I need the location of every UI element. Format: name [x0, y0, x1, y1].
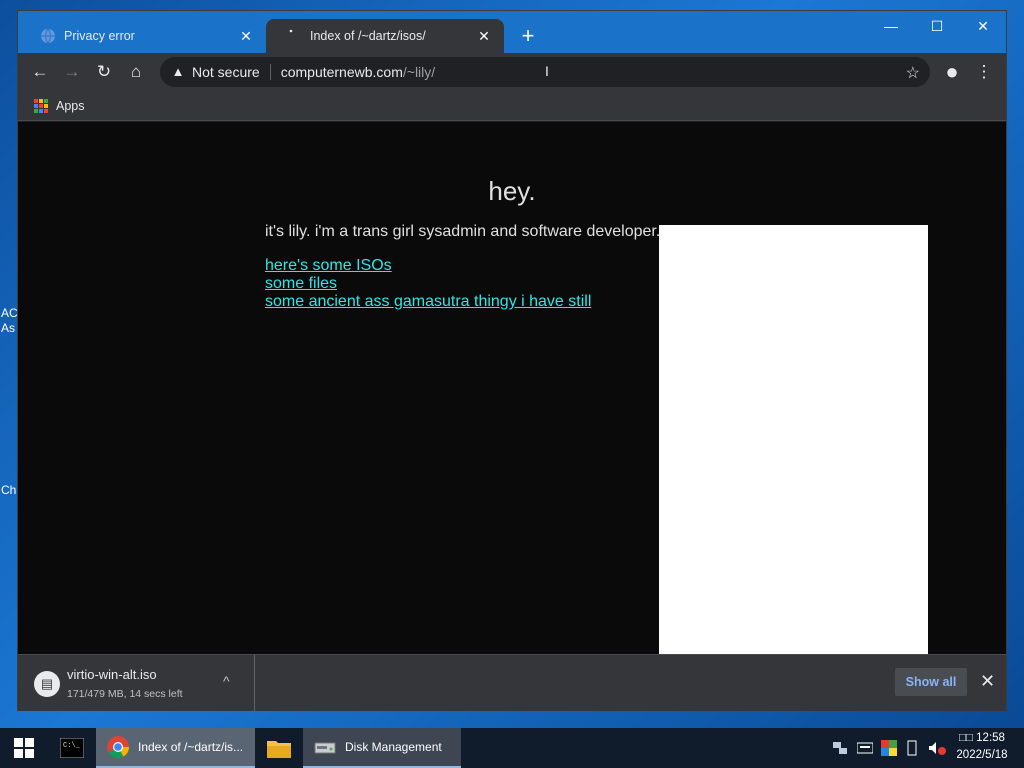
desktop-icon-label[interactable]: Ch [1, 483, 16, 497]
desktop-icon-label[interactable]: As [1, 321, 15, 335]
page-heading: hey. [488, 176, 536, 206]
star-icon[interactable]: ☆ [906, 63, 920, 83]
reload-button[interactable]: ↻ [92, 60, 116, 84]
maximize-button[interactable]: ☐ [914, 11, 960, 41]
security-status[interactable]: Not secure [192, 64, 271, 80]
tab-privacy-error[interactable]: Privacy error ✕ [20, 19, 266, 53]
taskbar-explorer[interactable] [259, 728, 299, 768]
keyboard-icon[interactable] [857, 728, 873, 768]
volume-muted-icon[interactable] [928, 728, 946, 768]
page-viewport: hey. it's lily. i'm a trans girl sysadmi… [18, 122, 1006, 654]
download-item[interactable]: ▤ virtio-win-alt.iso 171/479 MB, 14 secs… [18, 655, 255, 711]
folder-icon [267, 741, 291, 758]
isos-link[interactable]: here's some ISOs [265, 257, 591, 275]
clock-time: 12:58 [976, 732, 1005, 744]
home-button[interactable]: ⌂ [124, 60, 148, 84]
warning-icon[interactable]: ▲ [170, 64, 186, 80]
tab-index-isos[interactable]: Index of /~dartz/isos/ ✕ [266, 19, 504, 53]
page-links: here's some ISOs some files some ancient… [265, 257, 591, 311]
clock-prefix: □□ [959, 732, 973, 744]
close-icon[interactable]: ✕ [980, 671, 995, 692]
show-all-button[interactable]: Show all [895, 668, 967, 696]
globe-icon [41, 28, 55, 44]
usb-device-icon[interactable] [906, 728, 918, 768]
taskbar-terminal[interactable]: C:\_ [52, 728, 92, 768]
terminal-icon: C:\_ [60, 738, 84, 758]
chevron-up-icon[interactable]: ^ [223, 673, 230, 689]
loading-icon [289, 29, 293, 33]
tab-strip: Privacy error ✕ Index of /~dartz/isos/ ✕… [18, 11, 1006, 53]
start-button[interactable] [0, 728, 48, 768]
svg-text:C:\_: C:\_ [63, 742, 81, 750]
file-icon: ▤ [34, 671, 60, 697]
disk-management-icon [314, 742, 336, 754]
taskbar-disk-management[interactable]: Disk Management [303, 728, 461, 768]
clock-date: 2022/5/18 [956, 749, 1008, 761]
taskbar-disk-label: Disk Management [345, 740, 442, 754]
back-button[interactable]: ← [28, 60, 52, 84]
taskbar: C:\_ Index of /~dartz/is... Disk Managem… [0, 728, 1024, 768]
text-cursor-icon: I [545, 63, 549, 79]
blank-image-panel [659, 225, 928, 654]
page-intro: it's lily. i'm a trans girl sysadmin and… [265, 223, 661, 240]
apps-bookmark[interactable]: Apps [56, 99, 85, 113]
close-icon[interactable]: ✕ [476, 28, 492, 44]
menu-button[interactable]: ⋮ [972, 60, 996, 84]
url-path: /~lily/ [402, 64, 436, 80]
window-close-button[interactable]: ✕ [960, 11, 1006, 41]
apps-icon[interactable] [34, 98, 48, 113]
color-app-icon[interactable] [881, 728, 897, 768]
taskbar-chrome[interactable]: Index of /~dartz/is... [96, 728, 255, 768]
download-shelf: ▤ virtio-win-alt.iso 171/479 MB, 14 secs… [18, 654, 1006, 711]
bookmarks-bar: Apps [18, 91, 1006, 121]
url-text[interactable]: computernewb.com/~lily/ [271, 64, 435, 80]
download-filename: virtio-win-alt.iso [67, 667, 157, 682]
close-icon[interactable]: ✕ [238, 28, 254, 44]
gamasutra-link[interactable]: some ancient ass gamasutra thingy i have… [265, 293, 591, 311]
tab-title: Privacy error [64, 29, 135, 43]
taskbar-chrome-label: Index of /~dartz/is... [138, 740, 244, 754]
browser-toolbar: ← → ↻ ⌂ ▲ Not secure computernewb.com/~l… [18, 53, 1006, 91]
files-link[interactable]: some files [265, 275, 591, 293]
download-status: 171/479 MB, 14 secs left [67, 688, 183, 700]
network-icon[interactable] [832, 728, 848, 768]
system-clock[interactable]: □□ 12:58 2022/5/18 [952, 730, 1012, 764]
new-tab-button[interactable]: + [516, 25, 540, 49]
tab-title: Index of /~dartz/isos/ [310, 29, 426, 43]
minimize-button[interactable]: — [868, 11, 914, 41]
forward-button[interactable]: → [60, 60, 84, 84]
chrome-icon [107, 736, 129, 758]
windows-logo-icon [14, 738, 34, 758]
profile-icon[interactable]: ● [940, 59, 964, 84]
browser-window: Privacy error ✕ Index of /~dartz/isos/ ✕… [17, 10, 1007, 711]
desktop-icon-label[interactable]: AC [1, 306, 18, 320]
address-bar[interactable]: ▲ Not secure computernewb.com/~lily/ I ☆ [160, 57, 930, 87]
url-host: computernewb.com [280, 64, 403, 80]
